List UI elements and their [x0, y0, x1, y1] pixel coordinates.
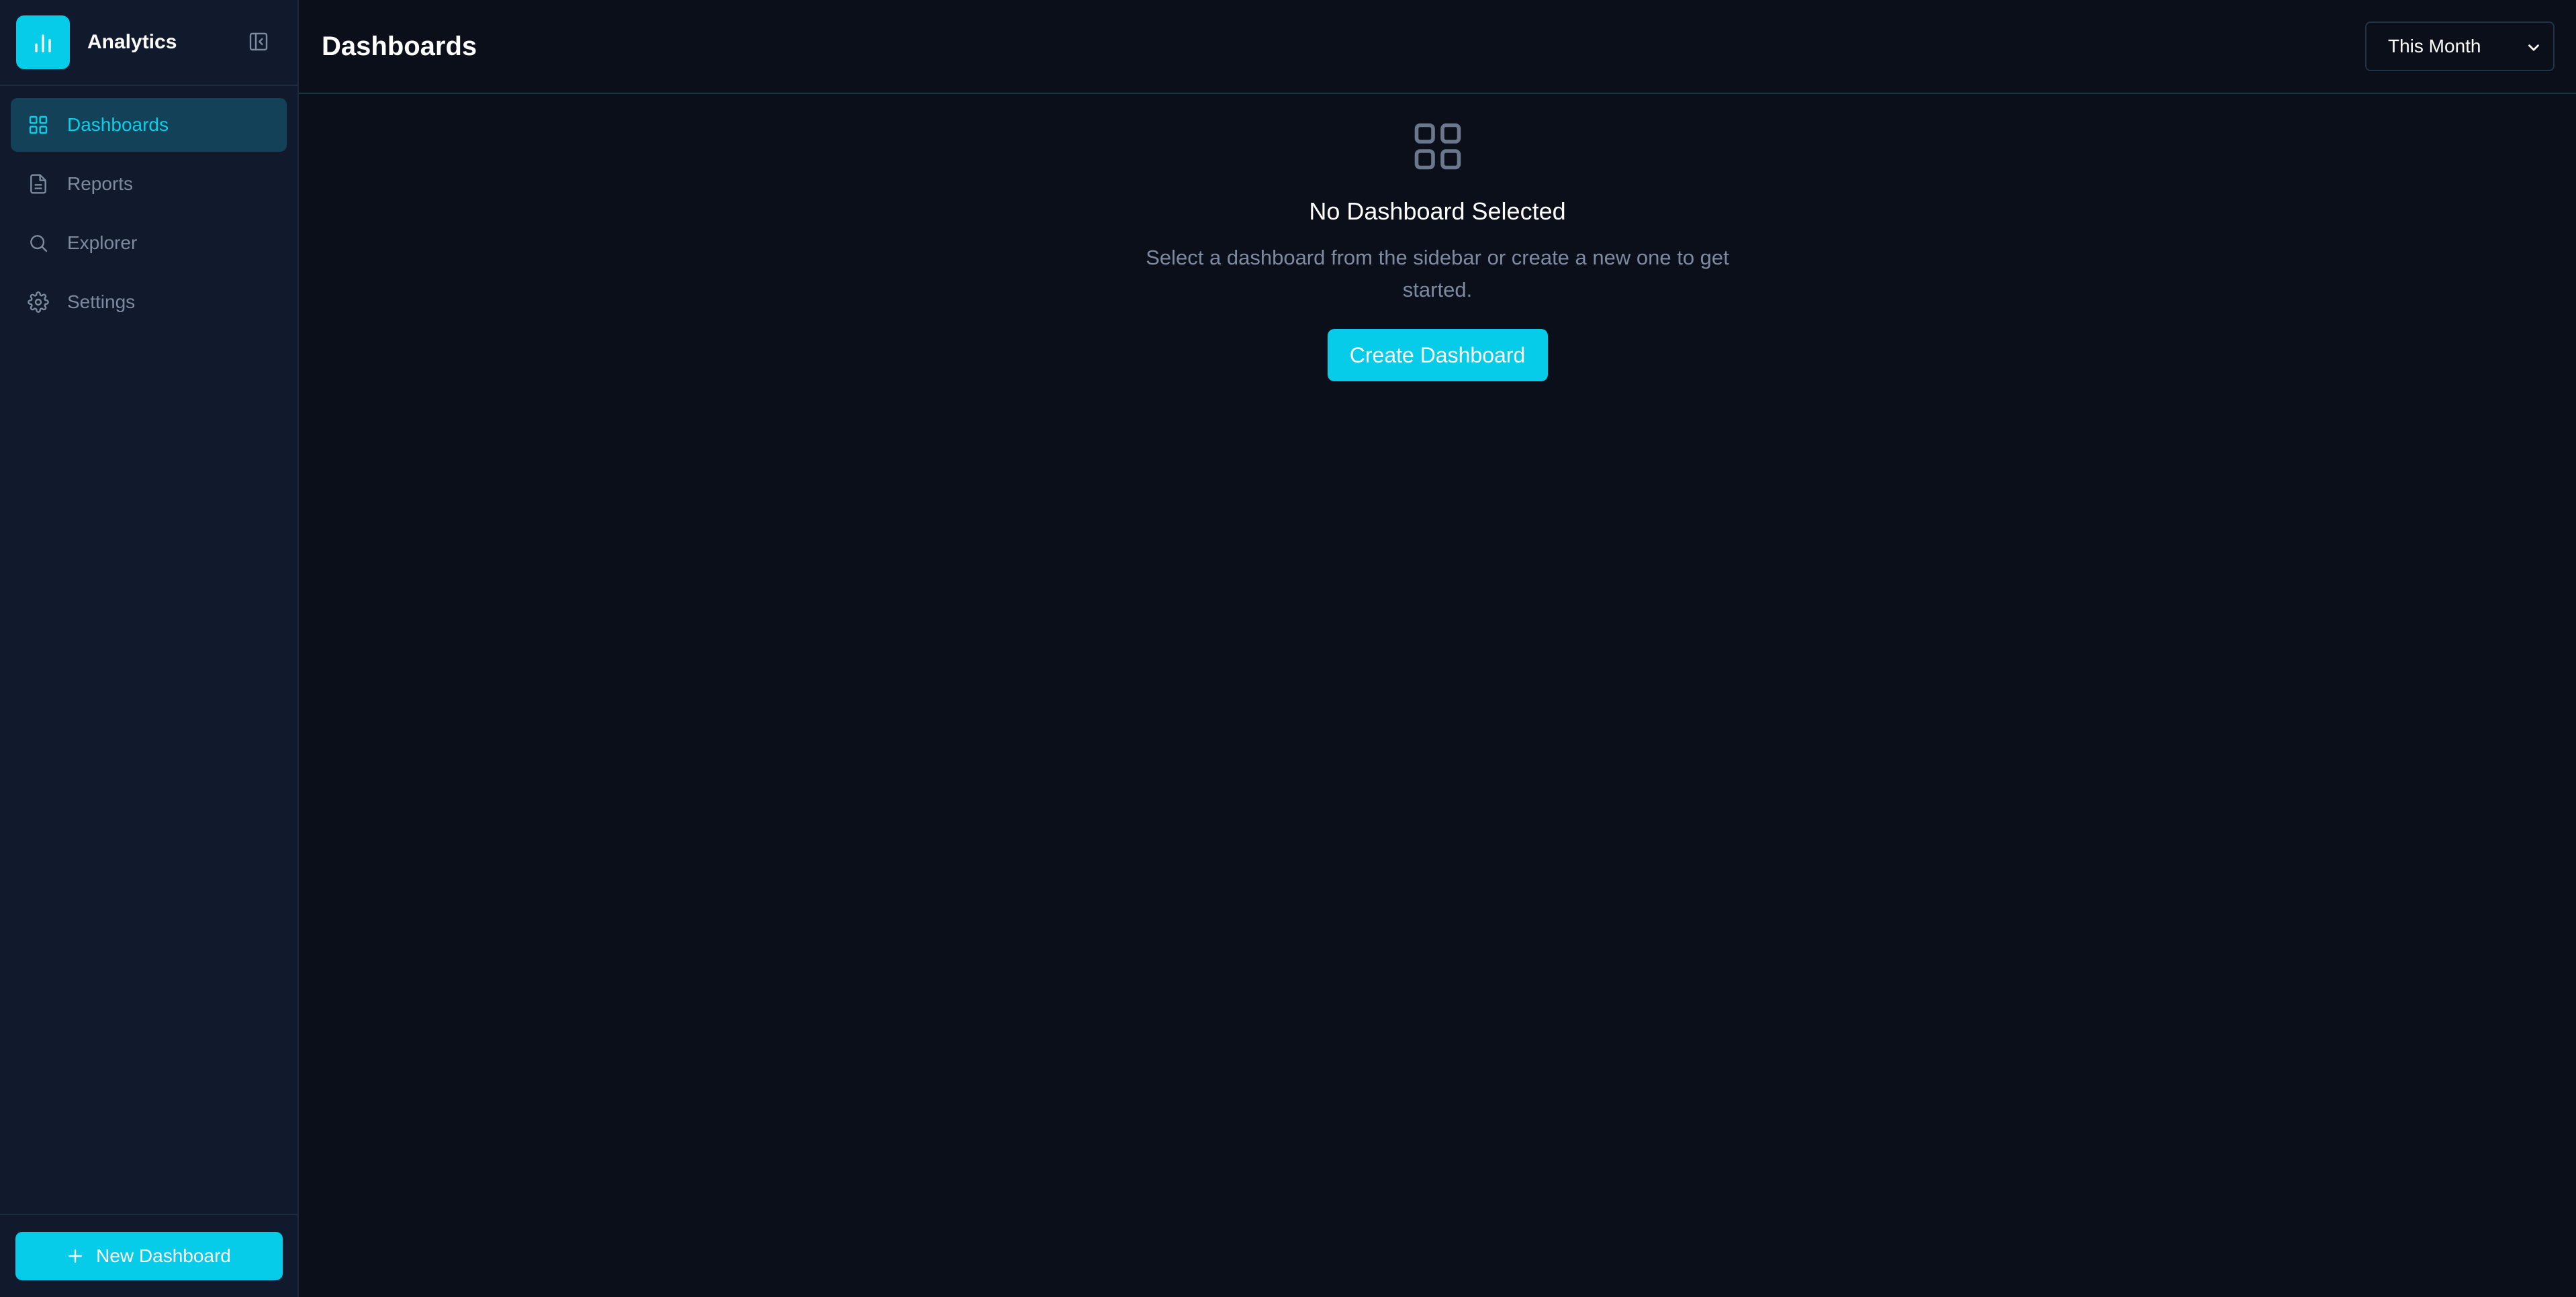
sidebar-item-label: Explorer	[67, 232, 138, 253]
sidebar-nav: Dashboards Reports Explorer Settings	[0, 86, 297, 329]
bar-chart-icon	[16, 15, 70, 69]
new-dashboard-button[interactable]: New Dashboard	[15, 1232, 283, 1280]
sidebar-item-label: Dashboards	[67, 114, 169, 135]
page-title: Dashboards	[322, 31, 477, 61]
main-content: Dashboards This Month No Dashboard Selec…	[299, 0, 2576, 1297]
gear-icon	[27, 291, 50, 314]
sidebar: Analytics Dashboards Reports Explorer Se…	[0, 0, 299, 1297]
collapse-sidebar-icon[interactable]	[248, 31, 269, 52]
sidebar-item-settings[interactable]: Settings	[11, 275, 287, 329]
sidebar-item-reports[interactable]: Reports	[11, 157, 287, 211]
brand-name: Analytics	[87, 31, 177, 53]
plus-icon	[66, 1247, 84, 1265]
chevron-down-icon	[2525, 39, 2542, 56]
sidebar-footer: New Dashboard	[0, 1214, 297, 1297]
date-range-value: This Month	[2388, 36, 2481, 56]
document-icon	[27, 173, 50, 195]
search-icon	[27, 232, 50, 254]
sidebar-item-label: Reports	[67, 173, 134, 194]
empty-state: No Dashboard Selected Select a dashboard…	[299, 118, 2576, 381]
brand: Analytics	[0, 0, 297, 86]
create-dashboard-button[interactable]: Create Dashboard	[1327, 329, 1548, 381]
empty-state-description: Select a dashboard from the sidebar or c…	[1146, 246, 1729, 301]
sidebar-item-explorer[interactable]: Explorer	[11, 216, 287, 270]
date-range-select[interactable]: This Month	[2365, 21, 2555, 71]
sidebar-item-label: Settings	[67, 291, 136, 312]
sidebar-item-dashboards[interactable]: Dashboards	[11, 98, 287, 152]
app-window: Analytics Dashboards Reports Explorer Se…	[0, 0, 2576, 1297]
new-dashboard-label: New Dashboard	[96, 1245, 231, 1266]
top-bar: Dashboards This Month	[299, 0, 2576, 94]
grid-icon	[1414, 123, 1461, 170]
empty-state-title: No Dashboard Selected	[1309, 197, 1566, 225]
grid-icon	[27, 113, 50, 136]
